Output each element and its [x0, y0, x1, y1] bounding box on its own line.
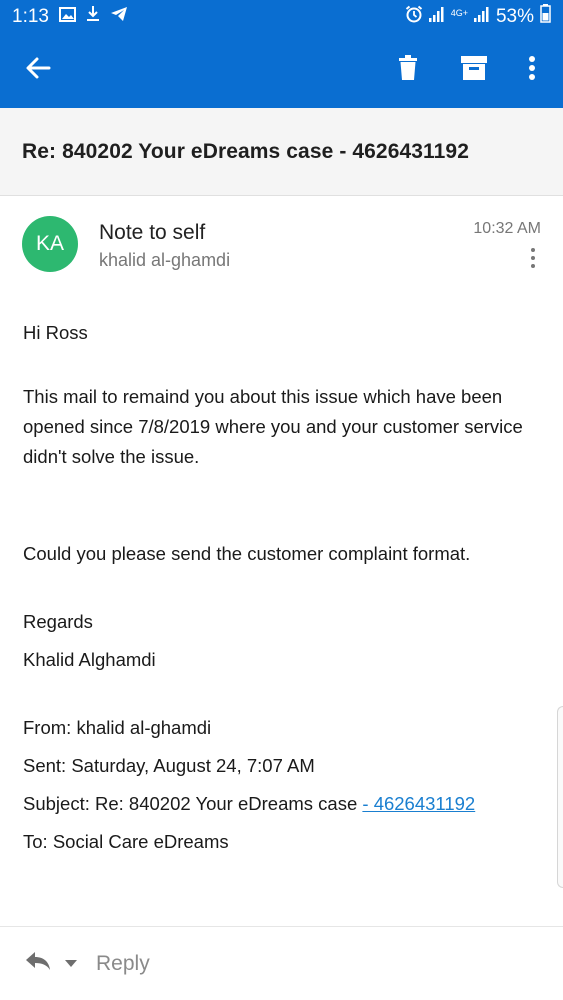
- email-time: 10:32 AM: [473, 220, 541, 237]
- email-body: Hi Ross This mail to remaind you about t…: [23, 318, 543, 857]
- archive-button[interactable]: [446, 33, 502, 108]
- alarm-icon: [405, 5, 423, 29]
- sender-address: khalid al-ghamdi: [99, 250, 231, 270]
- signal-icon: [428, 6, 445, 28]
- image-icon: [58, 6, 76, 28]
- avatar-initials: KA: [35, 232, 64, 255]
- more-vert-icon: [528, 56, 536, 85]
- battery-percent: 53%: [495, 5, 534, 27]
- quoted-from: From: khalid al-ghamdi: [23, 717, 212, 738]
- email-subject: Re: 840202 Your eDreams case - 462643119…: [22, 139, 469, 163]
- quoted-to: To: Social Care eDreams: [23, 831, 229, 852]
- reply-label[interactable]: Reply: [96, 952, 150, 976]
- app-bar: [0, 33, 563, 108]
- telegram-icon: [110, 6, 128, 28]
- sender-row: KA Note to self khalid al-ghamdi 10:32 A…: [0, 196, 563, 296]
- subject-header: Re: 840202 Your eDreams case - 462643119…: [0, 108, 563, 196]
- greeting: Hi Ross: [23, 322, 88, 343]
- message-more-button[interactable]: [521, 246, 545, 270]
- quoted-sent: Sent: Saturday, August 24, 7:07 AM: [23, 755, 315, 776]
- delete-button[interactable]: [380, 33, 436, 108]
- regards: Regards: [23, 611, 93, 632]
- download-icon: [86, 5, 100, 28]
- status-time: 1:13: [12, 5, 49, 27]
- scroll-handle[interactable]: [557, 706, 563, 888]
- avatar[interactable]: KA: [22, 216, 78, 272]
- delete-icon: [398, 55, 418, 86]
- quoted-subject: Subject: Re: 840202 Your eDreams case - …: [23, 789, 543, 819]
- back-arrow-icon: [25, 56, 51, 85]
- sender-name: Note to self: [99, 221, 206, 244]
- signal-icon: [473, 6, 490, 28]
- chevron-down-icon[interactable]: [64, 955, 78, 973]
- status-bar: 1:13 4G+ 53%: [0, 0, 563, 33]
- more-vert-icon: [531, 248, 535, 252]
- quoted-subject-text: Subject: Re: 840202 Your eDreams case: [23, 793, 363, 814]
- network-type: 4G+: [450, 8, 468, 18]
- battery-icon: [540, 4, 551, 29]
- more-options-button[interactable]: [504, 33, 560, 108]
- body-paragraph: Could you please send the customer compl…: [23, 543, 471, 564]
- reply-icon[interactable]: [24, 950, 52, 977]
- body-paragraph: This mail to remaind you about this issu…: [23, 386, 523, 467]
- archive-icon: [461, 56, 487, 85]
- back-button[interactable]: [10, 33, 66, 108]
- reply-bar[interactable]: Reply: [0, 926, 563, 1000]
- signature: Khalid Alghamdi: [23, 649, 156, 670]
- case-number-link[interactable]: - 4626431192: [362, 793, 475, 814]
